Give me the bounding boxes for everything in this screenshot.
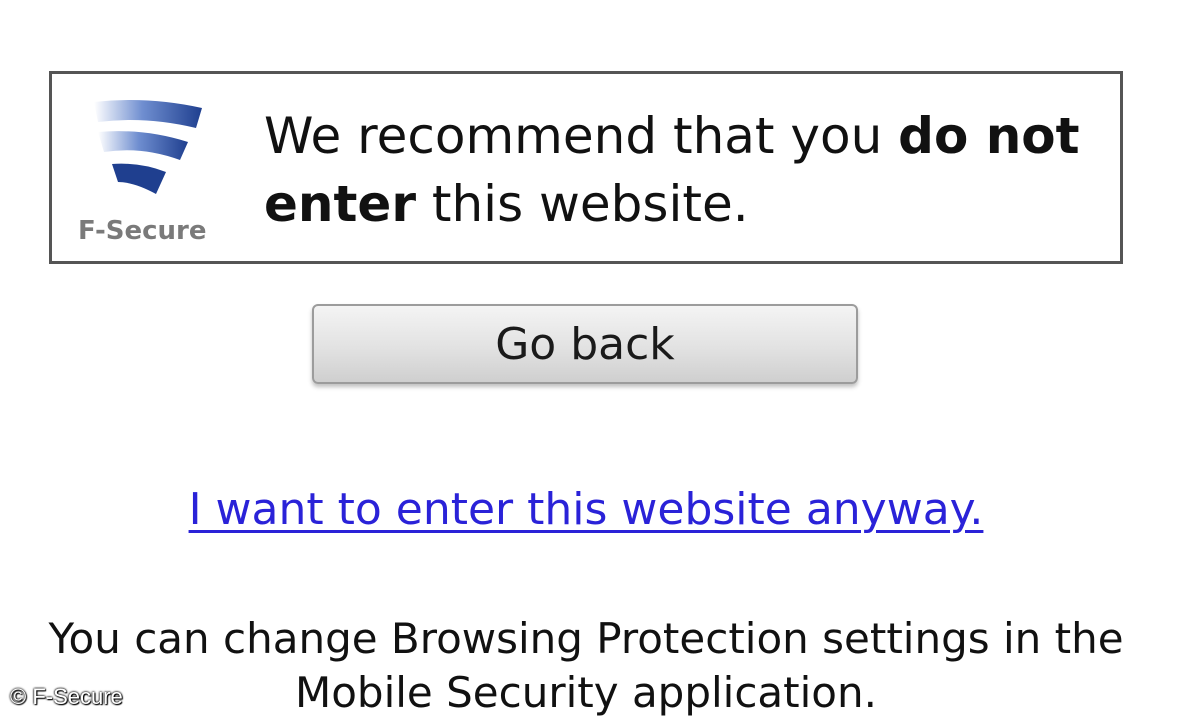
f-secure-logo: F-Secure	[74, 98, 234, 248]
enter-anyway-link[interactable]: I want to enter this website anyway.	[0, 484, 1172, 535]
copyright-watermark: © F-Secure	[10, 684, 123, 709]
warning-headline: We recommend that you do not enter this …	[264, 102, 1084, 238]
info-line-2: Mobile Security application.	[295, 668, 877, 717]
logo-wordmark: F-Secure	[78, 216, 207, 246]
settings-info-text: You can change Browsing Protection setti…	[0, 612, 1172, 720]
go-back-button[interactable]: Go back	[312, 304, 858, 384]
f-secure-shield-icon	[94, 100, 202, 194]
headline-text-end: this website.	[415, 175, 749, 233]
warning-box: F-Secure We recommend that you do not en…	[49, 71, 1123, 264]
headline-text-start: We recommend that you	[264, 107, 899, 165]
info-line-1: You can change Browsing Protection setti…	[48, 614, 1124, 663]
